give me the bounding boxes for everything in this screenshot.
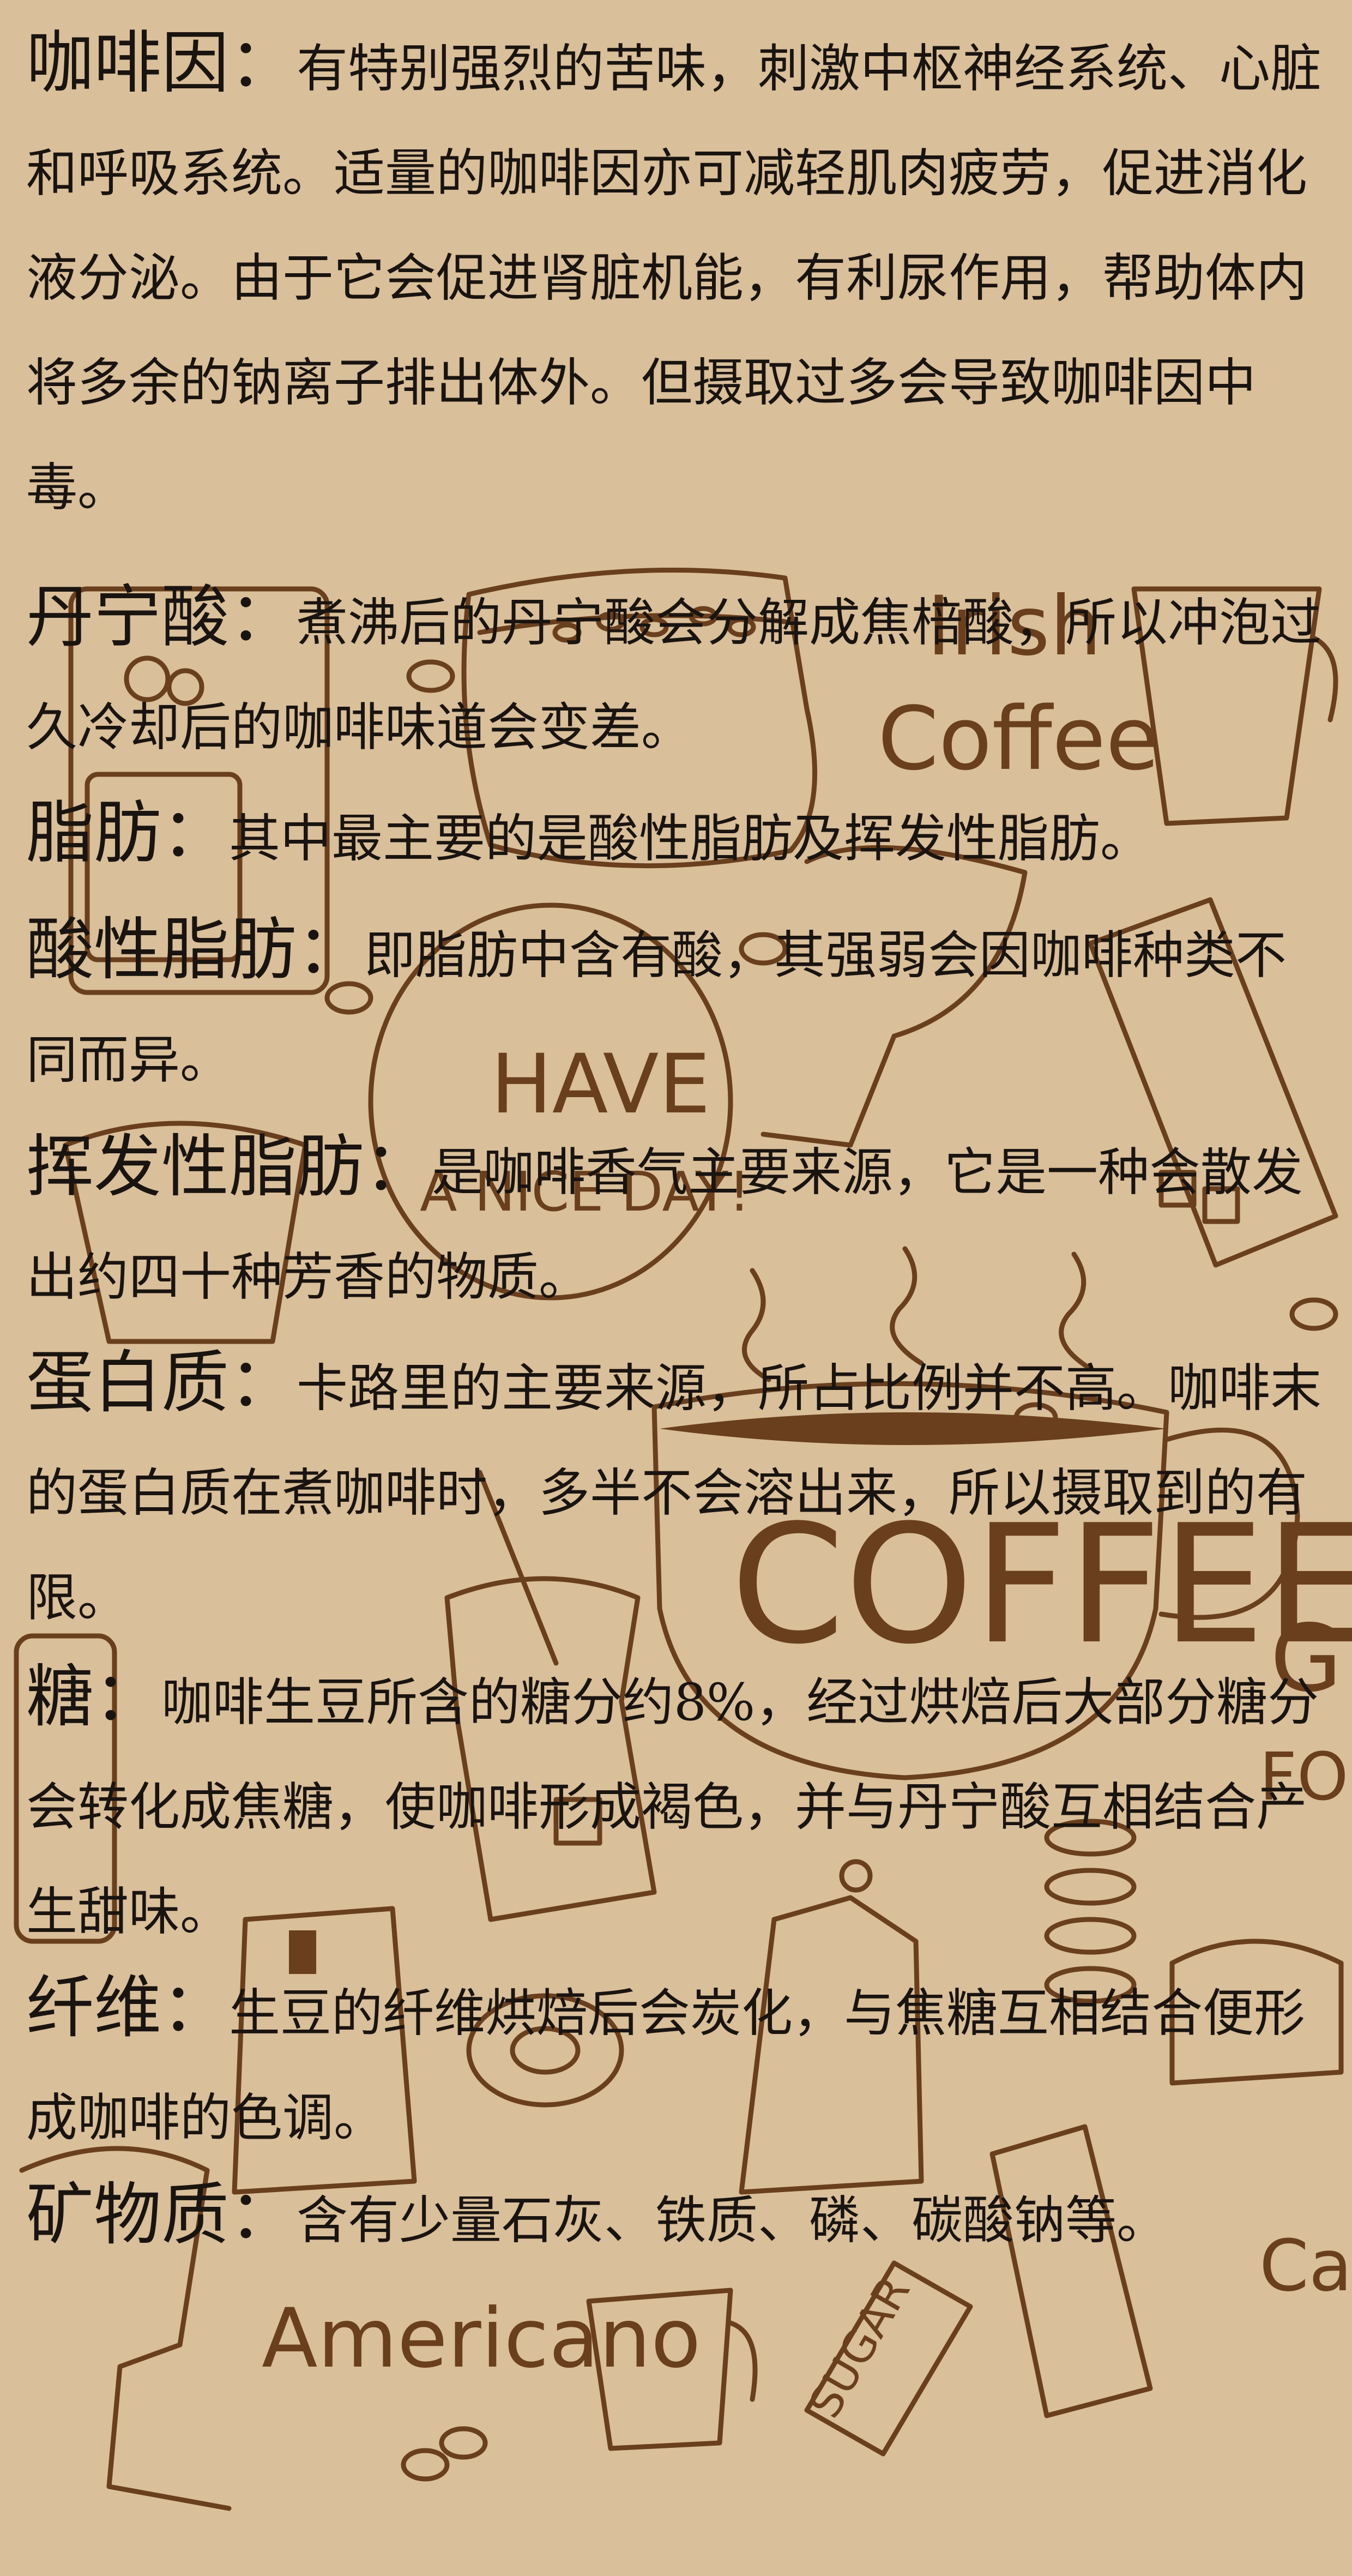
- entry-text: 咖啡生豆所含的糖分约8%，经过烘焙后大部分糖分会转化成焦糖，使咖啡形成褐色，并与…: [26, 1673, 1319, 1942]
- entry-colon: ：: [364, 1128, 432, 1206]
- entry-minerals: 矿物质：含有少量石灰、铁质、磷、碳酸钠等。: [26, 2163, 1335, 2273]
- entry-term: 脂肪: [26, 794, 162, 872]
- entry-colon: ：: [229, 2176, 297, 2254]
- entry-acidic-fat: 酸性脂肪：即脂肪中含有酸，其强弱会因咖啡种类不同而异。: [26, 898, 1335, 1113]
- entry-colon: ：: [297, 911, 365, 989]
- entry-colon: ：: [94, 1658, 162, 1736]
- entry-colon: ：: [229, 24, 297, 103]
- entry-term: 蛋白质: [26, 1344, 230, 1422]
- americano-lettering: Americano: [262, 2291, 701, 2386]
- entry-text: 有特别强烈的苦味，刺激中枢神经系统、心脏和呼吸系统。适量的咖啡因亦可减轻肌肉疲劳…: [26, 39, 1322, 517]
- entry-text: 其中最主要的是酸性脂肪及挥发性脂肪。: [229, 809, 1152, 869]
- entry-tannic-acid: 丹宁酸：煮沸后的丹宁酸会分解成焦棓酸，所以冲泡过久冷却后的咖啡味道会变差。: [26, 565, 1335, 780]
- entry-term: 糖: [26, 1658, 94, 1736]
- entry-term: 挥发性脂肪: [26, 1128, 365, 1206]
- entry-caffeine: 咖啡因：有特别强烈的苦味，刺激中枢神经系统、心脏和呼吸系统。适量的咖啡因亦可减轻…: [26, 11, 1335, 540]
- entry-term: 酸性脂肪: [26, 911, 297, 989]
- entry-term: 咖啡因: [26, 24, 230, 103]
- sugar-lettering: SUGAR: [799, 2268, 920, 2426]
- entry-colon: ：: [161, 1969, 230, 2047]
- entry-fiber: 纤维：生豆的纤维烘焙后会炭化，与焦糖互相结合便形成咖啡的色调。: [26, 1955, 1335, 2171]
- entry-colon: ：: [161, 794, 230, 872]
- entry-colon: ：: [229, 1344, 297, 1422]
- entry-term: 丹宁酸: [26, 578, 230, 657]
- entry-text: 含有少量石灰、铁质、磷、碳酸钠等。: [297, 2191, 1168, 2250]
- entry-fat: 脂肪：其中最主要的是酸性脂肪及挥发性脂肪。: [26, 781, 1335, 892]
- entry-term: 矿物质: [26, 2176, 230, 2254]
- entry-term: 纤维: [26, 1969, 162, 2047]
- entry-sugar: 糖：咖啡生豆所含的糖分约8%，经过烘焙后大部分糖分会转化成焦糖，使咖啡形成褐色，…: [26, 1645, 1335, 1965]
- entry-volatile-fat: 挥发性脂肪：是咖啡香气主要来源，它是一种会散发出约四十种芳香的物质。: [26, 1115, 1335, 1330]
- entry-colon: ：: [229, 578, 297, 657]
- entry-protein: 蛋白质：卡路里的主要来源，所占比例并不高。咖啡末的蛋白质在煮咖啡时，多半不会溶出…: [26, 1331, 1335, 1651]
